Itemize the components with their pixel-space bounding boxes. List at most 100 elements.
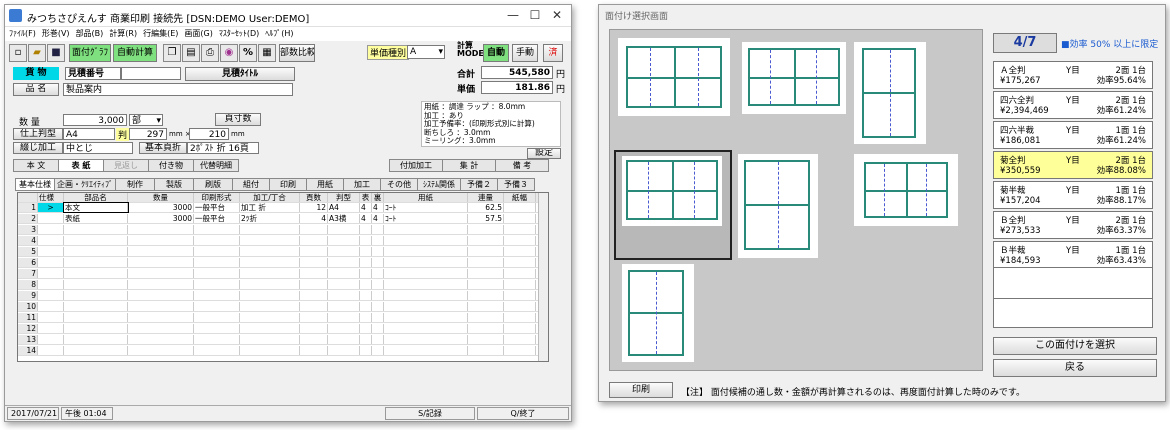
table-cell[interactable] bbox=[194, 258, 240, 267]
table-cell[interactable] bbox=[64, 247, 128, 256]
table-cell[interactable] bbox=[468, 335, 504, 344]
table-cell[interactable]: 11 bbox=[18, 313, 38, 322]
table-cell[interactable] bbox=[240, 324, 300, 333]
basic-fold-input[interactable]: 2ﾎﾟｽﾄ 折 16頁 bbox=[187, 142, 259, 154]
quantity-unit-select[interactable]: 部 ▾ bbox=[129, 114, 163, 126]
table-cell[interactable]: 57.5 bbox=[468, 214, 504, 223]
tab-notes[interactable]: 備 考 bbox=[495, 159, 549, 172]
table-cell[interactable]: 一般平台 bbox=[194, 203, 240, 212]
table-cell[interactable] bbox=[194, 291, 240, 300]
imposition-option[interactable]: Ａ全判 ¥175,267 Y目 2面 1台 効率95.64% bbox=[993, 61, 1153, 89]
table-cell[interactable] bbox=[468, 247, 504, 256]
table-cell[interactable] bbox=[194, 247, 240, 256]
tab-production[interactable]: 制作 bbox=[115, 178, 155, 191]
table-cell[interactable] bbox=[372, 280, 384, 289]
table-cell[interactable] bbox=[504, 324, 536, 333]
table-cell[interactable] bbox=[384, 269, 468, 278]
table-cell[interactable] bbox=[64, 269, 128, 278]
table-row[interactable]: 8 bbox=[18, 280, 548, 290]
table-cell[interactable] bbox=[38, 324, 64, 333]
table-cell[interactable] bbox=[128, 269, 194, 278]
table-cell[interactable] bbox=[128, 302, 194, 311]
table-cell[interactable] bbox=[240, 335, 300, 344]
menu-view[interactable]: 形巻(V) bbox=[42, 27, 70, 41]
table-cell[interactable] bbox=[468, 302, 504, 311]
table-cell[interactable] bbox=[504, 269, 536, 278]
table-cell[interactable] bbox=[328, 346, 360, 355]
tab-alt-detail[interactable]: 代替明細 bbox=[193, 159, 239, 172]
table-cell[interactable] bbox=[504, 203, 536, 212]
table-cell[interactable] bbox=[384, 346, 468, 355]
table-cell[interactable] bbox=[128, 236, 194, 245]
table-cell[interactable]: A4 bbox=[328, 203, 360, 212]
table-cell[interactable] bbox=[38, 291, 64, 300]
final-button[interactable]: 済 bbox=[543, 44, 563, 62]
imposition-option[interactable]: 四六半裁 ¥186,081 Y目 1面 1台 効率61.24% bbox=[993, 121, 1153, 149]
table-cell[interactable] bbox=[194, 335, 240, 344]
efficiency-filter-checkbox[interactable]: ■効率 50% 以上に限定 bbox=[1061, 37, 1158, 50]
table-cell[interactable] bbox=[384, 236, 468, 245]
table-cell[interactable] bbox=[328, 258, 360, 267]
grid-icon[interactable]: ▦ bbox=[258, 44, 276, 62]
table-cell[interactable] bbox=[128, 225, 194, 234]
table-row[interactable]: 1 > 本文 3000 一般平台 加工 折 12 A4 4 4 ｺｰﾄ 62.5 bbox=[18, 202, 548, 213]
table-cell[interactable] bbox=[240, 236, 300, 245]
imposition-candidate[interactable] bbox=[854, 154, 958, 226]
table-cell[interactable] bbox=[300, 258, 328, 267]
table-cell[interactable] bbox=[194, 346, 240, 355]
auto-mode-button[interactable]: 自動 bbox=[483, 44, 509, 62]
table-cell[interactable] bbox=[360, 280, 372, 289]
table-cell[interactable] bbox=[504, 225, 536, 234]
table-cell[interactable] bbox=[328, 291, 360, 300]
table-cell[interactable] bbox=[240, 280, 300, 289]
table-cell[interactable] bbox=[38, 247, 64, 256]
table-cell[interactable]: 13 bbox=[18, 335, 38, 344]
table-cell[interactable]: ｺｰﾄ bbox=[384, 203, 468, 212]
table-cell[interactable] bbox=[300, 291, 328, 300]
imposition-option[interactable]: 菊半裁 ¥157,204 Y目 1面 1台 効率88.17% bbox=[993, 181, 1153, 209]
table-cell[interactable] bbox=[64, 280, 128, 289]
table-cell[interactable] bbox=[360, 269, 372, 278]
table-cell[interactable] bbox=[300, 236, 328, 245]
table-cell[interactable] bbox=[240, 291, 300, 300]
table-cell[interactable] bbox=[300, 324, 328, 333]
table-cell[interactable]: 9 bbox=[18, 291, 38, 300]
tab-printing[interactable]: 印刷 bbox=[269, 178, 307, 191]
table-cell[interactable] bbox=[328, 247, 360, 256]
table-cell[interactable]: 7 bbox=[18, 269, 38, 278]
print-button[interactable]: 印刷 bbox=[609, 382, 673, 398]
table-cell[interactable] bbox=[128, 335, 194, 344]
table-cell[interactable] bbox=[360, 346, 372, 355]
table-cell[interactable] bbox=[38, 225, 64, 234]
table-cell[interactable] bbox=[468, 313, 504, 322]
table-row[interactable]: 6 bbox=[18, 258, 548, 268]
percent-button[interactable]: % bbox=[239, 44, 257, 62]
tab-accessories[interactable]: 付き物 bbox=[148, 159, 194, 172]
imposition-candidate[interactable] bbox=[618, 38, 730, 116]
table-cell[interactable] bbox=[372, 313, 384, 322]
unit-kind-select[interactable]: A ▾ bbox=[407, 45, 445, 59]
table-cell[interactable] bbox=[504, 313, 536, 322]
table-cell[interactable] bbox=[360, 313, 372, 322]
table-cell[interactable] bbox=[504, 302, 536, 311]
menu-calc[interactable]: 計算(R) bbox=[109, 27, 137, 41]
table-cell[interactable] bbox=[372, 324, 384, 333]
table-cell[interactable] bbox=[64, 236, 128, 245]
tab-paper[interactable]: 用紙 bbox=[306, 178, 344, 191]
table-row[interactable]: 5 bbox=[18, 247, 548, 257]
estimate-title-button[interactable]: 見積ﾀｲﾄﾙ bbox=[185, 67, 295, 81]
table-cell[interactable]: 表紙 bbox=[64, 214, 128, 223]
table-cell[interactable] bbox=[504, 280, 536, 289]
table-cell[interactable] bbox=[194, 269, 240, 278]
tab-body[interactable]: 本 文 bbox=[13, 159, 59, 172]
table-cell[interactable] bbox=[468, 258, 504, 267]
table-cell[interactable] bbox=[300, 269, 328, 278]
table-cell[interactable] bbox=[38, 269, 64, 278]
imposition-candidate[interactable] bbox=[622, 264, 694, 362]
tab-reserve2[interactable]: 予備２ bbox=[460, 178, 498, 191]
table-cell[interactable] bbox=[328, 313, 360, 322]
menu-help[interactable]: ﾍﾙﾌﾟ(H) bbox=[265, 27, 293, 41]
table-cell[interactable]: 4 bbox=[372, 203, 384, 212]
table-cell[interactable]: > bbox=[38, 203, 64, 212]
table-cell[interactable]: 4 bbox=[360, 203, 372, 212]
